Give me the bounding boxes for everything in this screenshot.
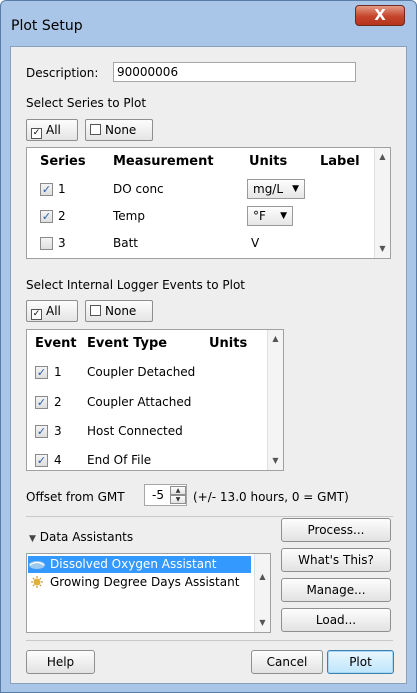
event-row-3-checkbox[interactable]: ✓ xyxy=(35,425,48,438)
series-header-series: Series xyxy=(40,154,86,169)
events-header-units: Units xyxy=(209,336,248,351)
events-section-label: Select Internal Logger Events to Plot xyxy=(26,278,245,292)
series-none-label: None xyxy=(105,123,137,137)
help-button[interactable]: Help xyxy=(26,650,95,674)
title-bar[interactable]: Plot Setup X xyxy=(1,1,416,41)
scroll-down-icon[interactable]: ▼ xyxy=(268,454,283,468)
dialog-body: Description: 90000006 Select Series to P… xyxy=(10,46,407,684)
event-row-4-checkbox[interactable]: ✓ xyxy=(35,454,48,467)
series-row-2-units: °F xyxy=(253,209,266,223)
series-row-1-checkbox[interactable]: ✓ xyxy=(40,183,53,196)
series-table: Series Measurement Units Label ✓ 1 DO co… xyxy=(26,147,391,259)
event-row-2-num: 2 xyxy=(54,395,62,409)
sun-icon xyxy=(28,576,46,588)
series-section-label: Select Series to Plot xyxy=(26,96,147,110)
offset-hint: (+/- 13.0 hours, 0 = GMT) xyxy=(193,490,349,504)
event-row-2-checkbox[interactable]: ✓ xyxy=(35,396,48,409)
events-none-label: None xyxy=(105,304,137,318)
series-row-3-checkbox[interactable] xyxy=(40,237,53,250)
series-row-2-checkbox[interactable]: ✓ xyxy=(40,210,53,223)
scroll-down-icon[interactable]: ▼ xyxy=(255,616,270,630)
series-row-1-units: mg/L xyxy=(253,182,284,196)
event-row-3-type: Host Connected xyxy=(87,424,183,438)
assistants-list-scrollbar[interactable]: ▲ ▼ xyxy=(254,554,270,632)
scroll-up-icon[interactable]: ▲ xyxy=(268,332,283,346)
event-row-1-type: Coupler Detached xyxy=(87,365,196,379)
plot-setup-window: Plot Setup X Description: 90000006 Selec… xyxy=(0,0,417,693)
offset-value: -5 xyxy=(152,488,164,502)
series-row-2-num: 2 xyxy=(58,209,66,223)
assistants-list: Dissolved Oxygen Assistant Growing Degre… xyxy=(26,553,271,633)
scroll-up-icon[interactable]: ▲ xyxy=(375,150,390,164)
checkbox-checked-icon: ✓ xyxy=(31,128,42,139)
assistant-item-growing-degree-days[interactable]: Growing Degree Days Assistant xyxy=(28,574,251,591)
assistants-label: Data Assistants xyxy=(39,530,134,544)
series-header-measurement: Measurement xyxy=(113,154,214,169)
load-button[interactable]: Load... xyxy=(281,608,391,632)
close-button[interactable]: X xyxy=(355,5,405,26)
event-row-4-type: End Of File xyxy=(87,453,152,467)
events-table-scrollbar[interactable]: ▲ ▼ xyxy=(267,330,283,470)
event-row-1-checkbox[interactable]: ✓ xyxy=(35,366,48,379)
series-row-3-num: 3 xyxy=(58,236,66,250)
event-row-1-num: 1 xyxy=(54,365,62,379)
manage-button[interactable]: Manage... xyxy=(281,578,391,602)
checkbox-empty-icon xyxy=(90,124,101,135)
process-button[interactable]: Process... xyxy=(281,518,391,542)
events-select-all-button[interactable]: ✓ All xyxy=(26,300,78,322)
triangle-down-icon: ▼ xyxy=(29,534,36,544)
description-input[interactable]: 90000006 xyxy=(113,62,356,82)
event-row-3-num: 3 xyxy=(54,424,62,438)
events-select-none-button[interactable]: None xyxy=(85,300,153,322)
series-row-3-units: V xyxy=(251,236,260,250)
offset-label: Offset from GMT xyxy=(26,490,125,504)
series-table-scrollbar[interactable]: ▲ ▼ xyxy=(374,148,390,258)
section-divider xyxy=(26,516,393,517)
series-header-units: Units xyxy=(249,154,288,169)
events-all-label: All xyxy=(46,304,61,318)
series-row-3-measurement: Batt xyxy=(113,236,138,250)
series-row-2-measurement: Temp xyxy=(113,209,145,223)
cancel-button[interactable]: Cancel xyxy=(251,650,323,674)
checkbox-checked-icon: ✓ xyxy=(31,309,42,320)
series-select-none-button[interactable]: None xyxy=(85,119,153,141)
dissolved-oxygen-icon xyxy=(28,558,46,570)
event-row-2-type: Coupler Attached xyxy=(87,395,192,409)
window-title: Plot Setup xyxy=(11,18,83,34)
assistants-toggle[interactable]: ▼ Data Assistants xyxy=(29,530,133,544)
checkbox-empty-icon xyxy=(90,305,101,316)
assistant-name: Growing Degree Days Assistant xyxy=(50,575,240,589)
series-row-2-units-dropdown[interactable]: °F ▼ xyxy=(247,206,293,226)
series-row-1-units-dropdown[interactable]: mg/L ▼ xyxy=(247,179,305,199)
chevron-down-icon: ▼ xyxy=(280,211,287,221)
series-header-label: Label xyxy=(320,154,360,169)
spinner-up-icon[interactable]: ▲ xyxy=(170,486,186,495)
scroll-up-icon[interactable]: ▲ xyxy=(255,570,270,584)
spinner-down-icon[interactable]: ▼ xyxy=(170,495,186,504)
series-all-label: All xyxy=(46,123,61,137)
description-label: Description: xyxy=(26,66,99,80)
events-header-event: Event xyxy=(35,336,77,351)
whats-this-button[interactable]: What's This? xyxy=(281,548,391,572)
series-row-1-measurement: DO conc xyxy=(113,182,164,196)
chevron-down-icon: ▼ xyxy=(292,184,299,194)
series-row-1-num: 1 xyxy=(58,182,66,196)
assistant-name: Dissolved Oxygen Assistant xyxy=(50,557,217,571)
assistant-item-dissolved-oxygen[interactable]: Dissolved Oxygen Assistant xyxy=(28,556,251,573)
event-row-4-num: 4 xyxy=(54,453,62,467)
events-header-event-type: Event Type xyxy=(87,336,168,351)
series-select-all-button[interactable]: ✓ All xyxy=(26,119,78,141)
plot-button[interactable]: Plot xyxy=(327,650,394,674)
footer-divider xyxy=(26,640,393,641)
scroll-down-icon[interactable]: ▼ xyxy=(375,242,390,256)
events-table: Event Event Type Units ✓ 1 Coupler Detac… xyxy=(26,329,284,471)
